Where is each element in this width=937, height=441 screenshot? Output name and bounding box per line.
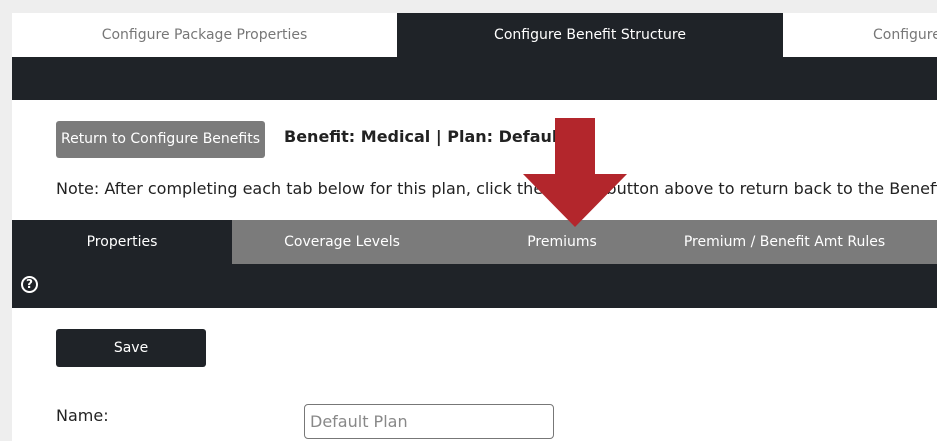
tab-properties[interactable]: Properties xyxy=(12,220,232,264)
return-to-configure-benefits-button[interactable]: Return to Configure Benefits xyxy=(56,121,265,158)
down-arrow-icon xyxy=(523,118,627,227)
header-band xyxy=(12,57,937,100)
help-icon[interactable]: ? xyxy=(21,276,38,293)
plan-tabs: Properties Coverage Levels Premiums Prem… xyxy=(12,220,937,264)
wizard-tab-configure-next[interactable]: Configure xyxy=(783,13,937,57)
wizard-tab-benefit-structure[interactable]: Configure Benefit Structure xyxy=(397,13,783,57)
save-button[interactable]: Save xyxy=(56,329,206,367)
tab-coverage-levels[interactable]: Coverage Levels xyxy=(232,220,452,264)
wizard-tab-package-properties[interactable]: Configure Package Properties xyxy=(12,13,397,57)
tab-premium-benefit-amt-rules[interactable]: Premium / Benefit Amt Rules xyxy=(672,220,897,264)
name-input[interactable] xyxy=(304,404,554,439)
page-container: Configure Package Properties Configure B… xyxy=(12,13,937,441)
name-label: Name: xyxy=(56,406,109,425)
help-toolbar: ? xyxy=(12,264,937,308)
wizard-tabs: Configure Package Properties Configure B… xyxy=(12,13,937,57)
instruction-note: Note: After completing each tab below fo… xyxy=(56,179,937,198)
